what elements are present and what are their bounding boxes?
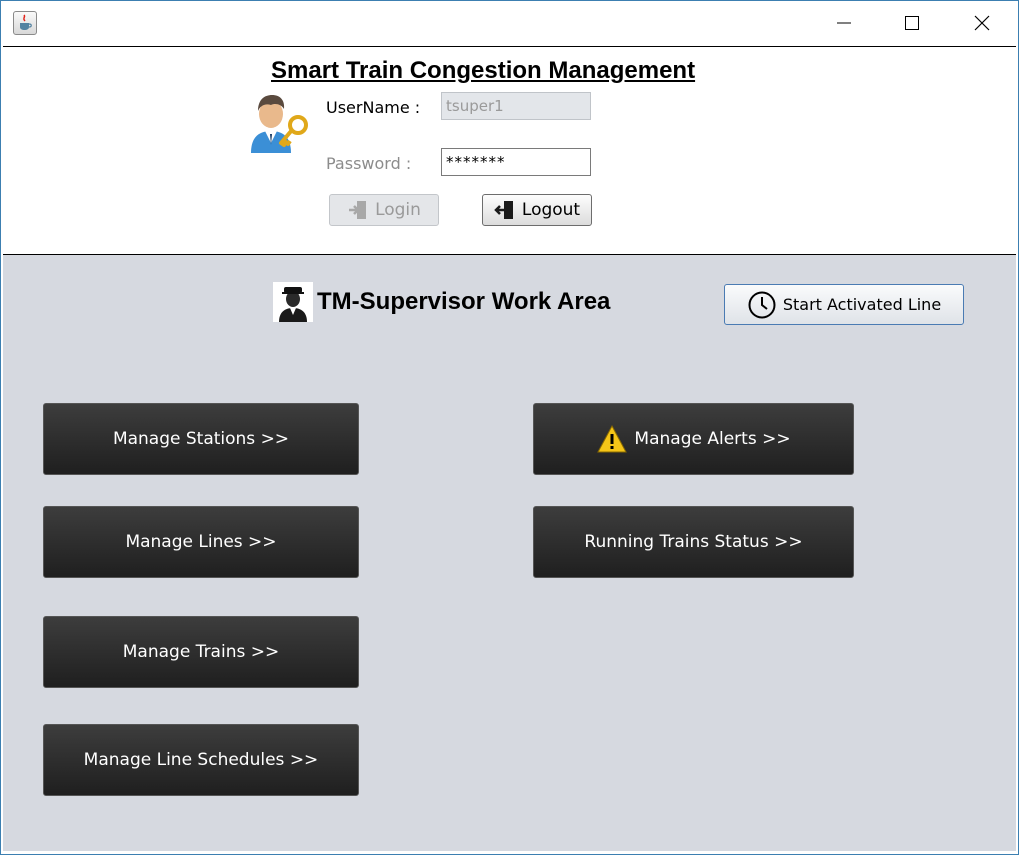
manage-line-schedules-label: Manage Line Schedules >> bbox=[83, 750, 319, 770]
minimize-icon bbox=[837, 22, 851, 24]
manage-trains-label: Manage Trains >> bbox=[122, 642, 280, 662]
manage-lines-label: Manage Lines >> bbox=[125, 532, 277, 552]
close-icon bbox=[974, 15, 990, 31]
manage-trains-button[interactable]: Manage Trains >> bbox=[43, 616, 359, 688]
logout-door-icon bbox=[494, 201, 513, 219]
minimize-button[interactable] bbox=[821, 1, 867, 46]
password-label: Password : bbox=[326, 154, 412, 173]
username-field[interactable]: tsuper1 bbox=[441, 92, 591, 120]
clock-icon bbox=[748, 291, 776, 318]
logout-button-label: Logout bbox=[521, 200, 581, 220]
running-trains-status-button[interactable]: Running Trains Status >> bbox=[533, 506, 854, 578]
running-trains-status-label: Running Trains Status >> bbox=[584, 532, 803, 552]
work-area-title: TM-Supervisor Work Area bbox=[317, 288, 611, 315]
start-activated-line-label: Start Activated Line bbox=[782, 295, 942, 314]
login-button[interactable]: Login bbox=[329, 194, 439, 226]
manage-line-schedules-button[interactable]: Manage Line Schedules >> bbox=[43, 724, 359, 796]
application-window: Smart Train Congestion Management UserNa… bbox=[0, 0, 1019, 855]
maximize-button[interactable] bbox=[889, 1, 935, 46]
java-cup-icon[interactable] bbox=[13, 11, 37, 35]
close-button[interactable] bbox=[959, 1, 1005, 46]
login-door-icon bbox=[349, 201, 367, 219]
supervisor-icon bbox=[273, 282, 313, 322]
user-key-icon bbox=[243, 87, 313, 157]
manage-stations-button[interactable]: Manage Stations >> bbox=[43, 403, 359, 475]
username-label: UserName : bbox=[326, 98, 421, 117]
manage-alerts-label: Manage Alerts >> bbox=[634, 429, 791, 449]
start-activated-line-button[interactable]: Start Activated Line bbox=[724, 284, 964, 325]
login-panel: Smart Train Congestion Management UserNa… bbox=[3, 46, 1016, 256]
logout-button[interactable]: Logout bbox=[482, 194, 592, 226]
manage-alerts-button[interactable]: Manage Alerts >> bbox=[533, 403, 854, 475]
password-field[interactable]: ******* bbox=[441, 148, 591, 176]
warning-icon bbox=[597, 424, 628, 453]
maximize-icon bbox=[905, 16, 919, 30]
work-area-panel: TM-Supervisor Work Area Start Activated … bbox=[3, 255, 1016, 851]
manage-stations-label: Manage Stations >> bbox=[112, 429, 290, 449]
app-title: Smart Train Congestion Management bbox=[271, 57, 696, 84]
title-bar bbox=[1, 1, 1018, 46]
manage-lines-button[interactable]: Manage Lines >> bbox=[43, 506, 359, 578]
login-button-label: Login bbox=[375, 200, 421, 220]
